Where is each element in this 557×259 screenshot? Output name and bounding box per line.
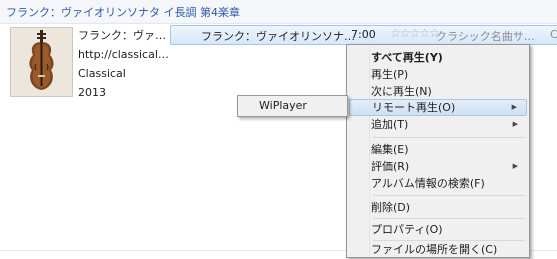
menu-play[interactable]: 再生(P) [349, 66, 527, 83]
album-year[interactable]: 2013 [78, 83, 169, 102]
menu-rate-label: 評価(R) [371, 160, 410, 173]
rating-stars-icon[interactable]: ☆☆☆☆☆ [390, 26, 440, 40]
album-art[interactable] [10, 27, 73, 97]
submenu-arrow-icon: ▶ [512, 120, 518, 128]
menu-separator [373, 137, 525, 138]
album-genre[interactable]: Classical [78, 64, 169, 83]
track-genre: クラシック名曲サ… [436, 30, 535, 43]
album-header-title[interactable]: フランク：ヴァイオリンソナタ イ長調 第4楽章 [6, 4, 240, 20]
menu-rate[interactable]: 評価(R) ▶ [349, 158, 527, 175]
menu-separator [373, 195, 525, 196]
submenu-arrow-icon: ▶ [511, 103, 517, 111]
menu-remote-play[interactable]: リモート再生(O) ▶ [349, 99, 527, 116]
remote-play-submenu: WiPlayer [237, 95, 348, 117]
track-duration: 7:00 [351, 28, 376, 41]
context-menu: すべて再生(Y) 再生(P) 次に再生(N) リモート再生(O) ▶ 追加(T)… [346, 44, 530, 258]
submenu-item-wiplayer[interactable]: WiPlayer [239, 97, 346, 115]
track-row-selected[interactable]: フランク：ヴァイオリンソナ… 7:00 ☆☆☆☆☆ クラシック名曲サ… Ce [170, 25, 557, 45]
album-url[interactable]: http://classical… [78, 45, 169, 64]
album-info: フランク：ヴァ… http://classical… Classical 201… [78, 26, 169, 102]
track-extra-column: Ce [550, 28, 557, 41]
menu-find-album-info[interactable]: アルバム情報の検索(F) [349, 175, 527, 192]
menu-add[interactable]: 追加(T) ▶ [349, 116, 527, 133]
now-playing-header: フランク：ヴァイオリンソナタ イ長調 第4楽章 [0, 0, 557, 24]
violin-image [11, 28, 72, 96]
album-artist[interactable]: フランク：ヴァ… [78, 26, 169, 45]
menu-open-file-location[interactable]: ファイルの場所を開く(C) [349, 241, 527, 258]
menu-remote-play-label: リモート再生(O) [372, 101, 456, 114]
menu-separator [373, 218, 525, 219]
menu-edit[interactable]: 編集(E) [349, 141, 527, 158]
menu-play-next[interactable]: 次に再生(N) [349, 83, 527, 100]
menu-play-all[interactable]: すべて再生(Y) [349, 49, 527, 66]
menu-properties[interactable]: プロパティ(O) [349, 221, 527, 238]
submenu-arrow-icon: ▶ [512, 162, 518, 170]
track-title: フランク：ヴァイオリンソナ… [201, 30, 355, 43]
menu-add-label: 追加(T) [371, 118, 409, 131]
menu-delete[interactable]: 削除(D) [349, 199, 527, 216]
